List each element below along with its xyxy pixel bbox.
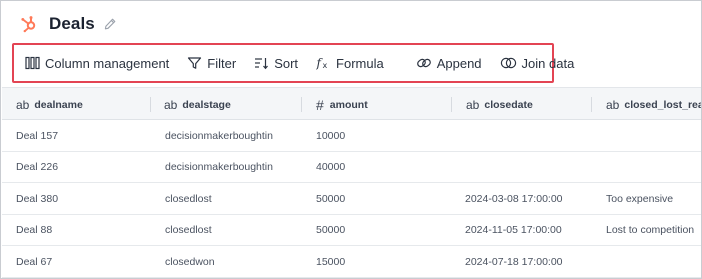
cell-dealstage[interactable]: decisionmakerboughtin bbox=[165, 152, 273, 183]
column-header-closedate[interactable]: ab closedate bbox=[466, 88, 533, 121]
append-label: Append bbox=[436, 55, 482, 71]
number-type-icon: # bbox=[316, 96, 324, 113]
data-table: ab dealname ab dealstage # amount ab clo… bbox=[2, 87, 701, 278]
cell-dealname[interactable]: Deal 226 bbox=[16, 152, 58, 183]
cell-closed-lost-reason[interactable]: Too expensive bbox=[606, 183, 673, 214]
page-title: Deals bbox=[49, 14, 95, 33]
cell-dealstage[interactable]: closedlost bbox=[165, 183, 212, 214]
column-divider[interactable] bbox=[301, 97, 302, 112]
text-type-icon: ab bbox=[16, 97, 30, 112]
cell-dealname[interactable]: Deal 157 bbox=[16, 120, 58, 151]
column-header-dealstage[interactable]: ab dealstage bbox=[164, 88, 231, 121]
append-button[interactable]: Append bbox=[416, 51, 482, 75]
table-row[interactable]: Deal 157 decisionmakerboughtin 10000 bbox=[2, 120, 701, 152]
formula-button[interactable]: f x Formula bbox=[316, 51, 384, 75]
table-header: ab dealname ab dealstage # amount ab clo… bbox=[2, 87, 701, 121]
text-type-icon: ab bbox=[466, 97, 480, 112]
sort-icon bbox=[254, 56, 269, 70]
table-row[interactable]: Deal 226 decisionmakerboughtin 40000 bbox=[2, 152, 701, 183]
table-row[interactable]: Deal 67 closedwon 15000 2024-07-18 17:00… bbox=[2, 246, 701, 278]
table-row[interactable]: Deal 88 closedlost 50000 2024-11-05 17:0… bbox=[2, 215, 701, 246]
title-row: Deals bbox=[19, 12, 117, 36]
toolbar: Column management Filter Sort f x Formul… bbox=[12, 43, 574, 83]
cell-dealstage[interactable]: closedlost bbox=[165, 215, 212, 246]
join-circles-icon bbox=[500, 56, 517, 70]
cell-amount[interactable]: 50000 bbox=[316, 215, 345, 246]
column-label: closed_lost_reaso bbox=[624, 98, 701, 111]
hubspot-logo-icon bbox=[19, 14, 39, 34]
cell-amount[interactable]: 50000 bbox=[316, 183, 345, 214]
append-link-icon bbox=[416, 56, 432, 70]
join-data-label: Join data bbox=[521, 55, 575, 71]
filter-label: Filter bbox=[207, 55, 237, 71]
filter-funnel-icon bbox=[187, 56, 202, 70]
text-type-icon: ab bbox=[606, 97, 620, 112]
column-divider[interactable] bbox=[451, 97, 452, 112]
cell-dealstage[interactable]: closedwon bbox=[165, 246, 215, 277]
filter-button[interactable]: Filter bbox=[187, 51, 236, 75]
join-data-button[interactable]: Join data bbox=[500, 51, 575, 75]
column-management-button[interactable]: Column management bbox=[25, 51, 169, 75]
app-frame: Deals Column management Filter Sort f x … bbox=[0, 0, 702, 279]
column-divider[interactable] bbox=[150, 97, 151, 112]
column-header-dealname[interactable]: ab dealname bbox=[16, 88, 83, 121]
cell-amount[interactable]: 15000 bbox=[316, 246, 345, 277]
cell-amount[interactable]: 40000 bbox=[316, 152, 345, 183]
formula-label: Formula bbox=[336, 55, 384, 71]
columns-icon bbox=[25, 56, 40, 70]
column-label: amount bbox=[329, 98, 368, 111]
column-label: closedate bbox=[484, 98, 533, 111]
cell-dealname[interactable]: Deal 67 bbox=[16, 246, 52, 277]
cell-closed-lost-reason[interactable]: Lost to competition bbox=[606, 215, 694, 246]
text-type-icon: ab bbox=[164, 97, 178, 112]
svg-text:x: x bbox=[323, 61, 328, 70]
formula-fx-icon: f x bbox=[316, 56, 331, 70]
sort-button[interactable]: Sort bbox=[254, 51, 298, 75]
cell-closedate[interactable]: 2024-11-05 17:00:00 bbox=[465, 215, 562, 246]
cell-closedate[interactable]: 2024-07-18 17:00:00 bbox=[465, 246, 563, 277]
column-header-amount[interactable]: # amount bbox=[316, 88, 368, 121]
pencil-edit-icon[interactable] bbox=[103, 17, 117, 31]
cell-closedate[interactable]: 2024-03-08 17:00:00 bbox=[465, 183, 563, 214]
column-management-label: Column management bbox=[45, 55, 170, 71]
column-label: dealstage bbox=[182, 98, 231, 111]
column-header-closed-lost-reason[interactable]: ab closed_lost_reaso bbox=[606, 88, 701, 121]
table-row[interactable]: Deal 380 closedlost 50000 2024-03-08 17:… bbox=[2, 183, 701, 215]
cell-amount[interactable]: 10000 bbox=[316, 120, 345, 151]
cell-dealname[interactable]: Deal 380 bbox=[16, 183, 58, 214]
column-label: dealname bbox=[34, 98, 83, 111]
sort-label: Sort bbox=[274, 55, 299, 71]
cell-dealname[interactable]: Deal 88 bbox=[16, 215, 52, 246]
cell-dealstage[interactable]: decisionmakerboughtin bbox=[165, 120, 273, 151]
column-divider[interactable] bbox=[591, 97, 592, 112]
